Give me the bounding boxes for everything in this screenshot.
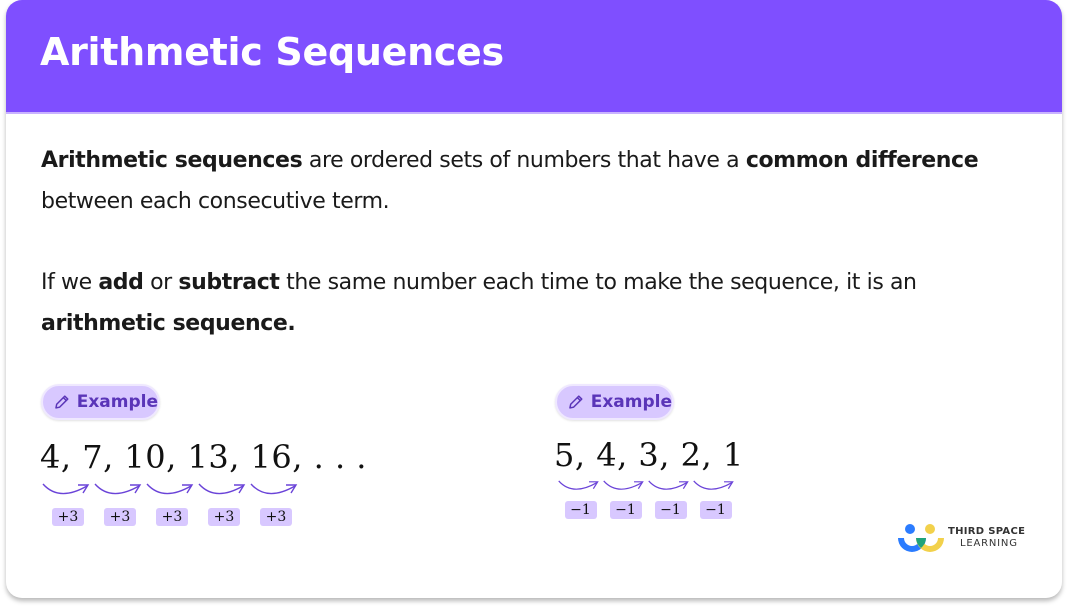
logo-line1: THIRD SPACE [948, 526, 1026, 537]
difference-label: −1 [654, 501, 687, 519]
difference-label: +3 [156, 508, 188, 526]
example-badge-label: Example [590, 392, 672, 412]
difference-label: −1 [564, 501, 597, 519]
example-badge: Example [555, 384, 674, 420]
bold-term: arithmetic sequence. [41, 311, 296, 336]
sequence-expression: 5, 4, 3, 2, 1 [554, 436, 744, 474]
difference-label: −1 [699, 501, 732, 519]
example-badge: Example [41, 384, 160, 420]
bold-term: add [98, 270, 144, 295]
curved-arrow-icon [146, 483, 194, 495]
definition-paragraph: Arithmetic sequences are ordered sets of… [41, 140, 1031, 222]
logo-line2: LEARNING [960, 538, 1018, 549]
text: are ordered sets of numbers that have a [302, 148, 746, 173]
third-space-learning-logo: THIRD SPACE LEARNING [896, 522, 1036, 556]
example-badge-label: Example [76, 392, 158, 412]
curved-arrow-icon [693, 480, 734, 490]
bold-term: Arithmetic sequences [41, 148, 303, 173]
bold-term: common difference [745, 148, 979, 173]
curved-arrow-icon [648, 480, 689, 490]
pencil-icon [55, 395, 69, 409]
page-title: Arithmetic Sequences [40, 30, 504, 74]
curved-arrow-icon [250, 483, 298, 495]
explanation-paragraph: If we add or subtract the same number ea… [41, 262, 1031, 344]
pencil-icon [569, 395, 583, 409]
difference-label: −1 [609, 501, 642, 519]
sequence-expression: 4, 7, 10, 13, 16, . . . [40, 438, 367, 476]
difference-label: +3 [260, 508, 292, 526]
difference-label: +3 [208, 508, 240, 526]
bold-term: subtract [178, 270, 280, 295]
curved-arrow-icon [603, 480, 644, 490]
difference-label: +3 [104, 508, 136, 526]
curved-arrow-icon [198, 483, 246, 495]
curved-arrow-icon [94, 483, 142, 495]
difference-label: +3 [52, 508, 84, 526]
text: between each consecutive term. [41, 189, 390, 214]
curved-arrow-icon [42, 483, 90, 495]
text: or [143, 270, 179, 295]
text: the same number each time to make the se… [279, 270, 917, 295]
header-banner: Arithmetic Sequences [6, 0, 1062, 114]
logo-mark-icon [898, 524, 944, 552]
text: If we [41, 270, 99, 295]
lesson-card: Arithmetic Sequences Arithmetic sequence… [6, 0, 1062, 598]
curved-arrow-icon [558, 480, 599, 490]
